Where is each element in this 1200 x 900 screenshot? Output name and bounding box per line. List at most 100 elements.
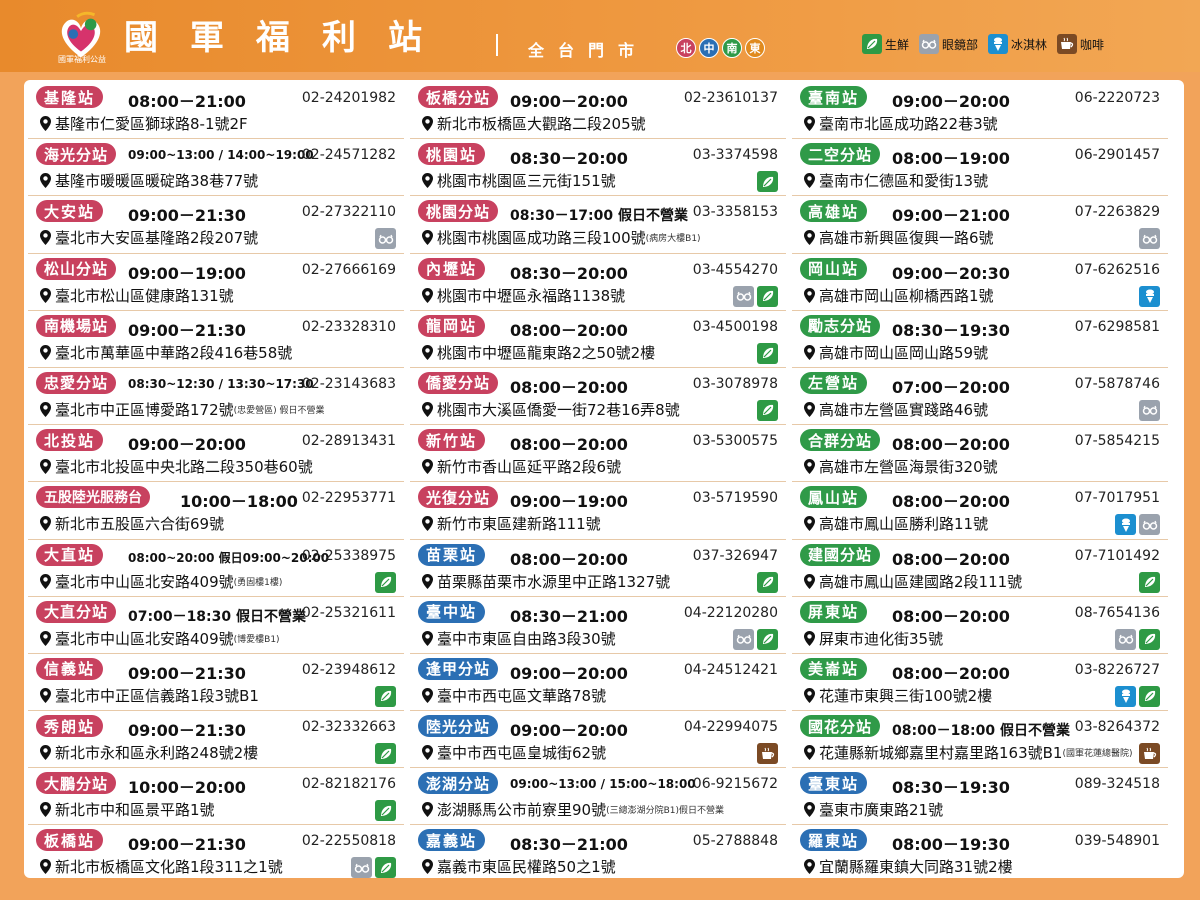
store-phone: 02-23143683 bbox=[301, 375, 396, 392]
store-card: 新竹站 08:00－20:00 03-5300575 新竹市香山區延平路2段6號 bbox=[410, 425, 786, 483]
store-hours: 08:00－20:00 bbox=[892, 663, 1010, 683]
store-address-row: 臺北市萬華區中華路2段416巷58號 bbox=[40, 342, 292, 363]
location-pin-icon bbox=[804, 401, 815, 417]
location-pin-icon bbox=[422, 401, 433, 417]
store-address: 高雄市鳳山區建國路2段111號 bbox=[819, 572, 1023, 591]
store-address: 桃園市桃園區三元街151號 bbox=[437, 172, 616, 191]
store-address-row: 高雄市新興區復興一路6號 bbox=[804, 227, 994, 248]
ice-cream-icon bbox=[1115, 514, 1136, 536]
store-phone: 07-6262516 bbox=[1074, 261, 1160, 278]
store-phone: 03-8226727 bbox=[1074, 661, 1160, 678]
store-phone: 02-25321611 bbox=[301, 604, 396, 621]
fresh-produce-icon bbox=[1139, 685, 1160, 707]
store-phone: 02-24201982 bbox=[301, 90, 396, 106]
store-address: 基隆市仁愛區獅球路8-1號2F bbox=[55, 115, 248, 133]
store-address: 臺中市西屯區文華路78號 bbox=[437, 686, 607, 705]
store-address: 高雄市岡山區柳橋西路1號 bbox=[819, 286, 994, 305]
store-name-badge: 臺中站 bbox=[418, 600, 486, 623]
store-hours: 07:00－18:30 假日不營業 bbox=[128, 608, 307, 625]
store-address: 高雄市新興區復興一路6號 bbox=[819, 229, 994, 248]
store-address-row: 基隆市暖暖區暖碇路38巷77號 bbox=[40, 170, 258, 191]
store-address-row: 新北市中和區景平路1號 bbox=[40, 799, 215, 820]
store-name-badge: 建國分站 bbox=[800, 543, 881, 566]
store-card: 桃園分站 08:30－17:00 假日不營業 03-3358153 桃園市桃園區成功路… bbox=[410, 196, 786, 254]
store-phone: 06-2220723 bbox=[1074, 90, 1160, 106]
location-pin-icon bbox=[422, 745, 433, 761]
store-phone: 03-4554270 bbox=[692, 261, 778, 278]
store-phone: 07-5854215 bbox=[1074, 433, 1160, 450]
location-pin-icon bbox=[40, 401, 51, 417]
store-address: 新北市板橋區文化路1段311之1號 bbox=[55, 858, 283, 877]
store-card: 大直站 08:00~20:00 假日09:00~20:00 02-25338975 臺… bbox=[28, 540, 404, 597]
store-address-row: 高雄市鳳山區建國路2段111號 bbox=[804, 571, 1022, 592]
fresh-produce-icon bbox=[757, 285, 778, 307]
store-card: 鳳山站 08:00－20:00 07-7017951 高雄市鳳山區勝利路11號 bbox=[792, 482, 1168, 540]
service-icons bbox=[1139, 743, 1160, 765]
store-hours: 08:30－19:30 bbox=[892, 778, 1010, 798]
store-address: 臺北市中山區北安路409號 bbox=[55, 629, 234, 648]
store-phone: 02-22550818 bbox=[301, 833, 396, 850]
location-pin-icon bbox=[804, 802, 815, 818]
store-address-row: 新竹市香山區延平路2段6號 bbox=[422, 456, 621, 477]
store-phone: 05-2788848 bbox=[692, 833, 778, 850]
store-card: 松山分站 09:00－19:00 02-27666169 臺北市松山區健康路131號 bbox=[28, 254, 404, 311]
fresh-produce-icon bbox=[757, 171, 778, 193]
store-phone: 02-28913431 bbox=[301, 433, 396, 450]
store-hours: 09:00－19:00 bbox=[510, 492, 628, 512]
store-address-row: 桃園市桃園區三元街151號 bbox=[422, 170, 616, 191]
location-pin-icon bbox=[804, 687, 815, 703]
region-badges: 北中南東 bbox=[676, 38, 765, 58]
store-address: 臺南市北區成功路22巷3號 bbox=[819, 115, 998, 133]
store-hours: 09:00－20:00 bbox=[128, 435, 246, 455]
store-hours: 08:00－20:00 bbox=[892, 549, 1010, 569]
location-pin-icon bbox=[422, 344, 433, 360]
store-address-row: 臺中市西屯區皇城街62號 bbox=[422, 742, 606, 763]
store-hours: 08:00－20:00 bbox=[510, 320, 628, 340]
store-address: 澎湖縣馬公市前寮里90號 bbox=[437, 801, 607, 820]
store-address: 屏東市迪化街35號 bbox=[819, 629, 944, 648]
store-hours: 09:00－20:30 bbox=[892, 263, 1010, 283]
store-card: 二空分站 08:00－19:00 06-2901457 臺南市仁德區和愛街13號 bbox=[792, 139, 1168, 197]
store-card: 高雄站 09:00－21:00 07-2263829 高雄市新興區復興一路6號 bbox=[792, 196, 1168, 254]
store-address: 臺北市中正區信義路1段3號B1 bbox=[55, 686, 259, 705]
fresh-produce-icon bbox=[375, 800, 396, 822]
store-hours: 10:00－20:00 bbox=[128, 778, 246, 798]
store-column-3: 臺南站 09:00－20:00 06-2220723 臺南市北區成功路22巷3號 二空分… bbox=[792, 82, 1168, 883]
fresh-produce-icon bbox=[757, 342, 778, 364]
store-address-row: 高雄市左營區實踐路46號 bbox=[804, 399, 988, 420]
location-pin-icon bbox=[804, 573, 815, 589]
store-column-1: 基隆站 08:00－21:00 02-24201982 基隆市仁愛區獅球路8-1號2F… bbox=[28, 82, 404, 883]
store-card: 陸光分站 09:00－20:00 04-22994075 臺中市西屯區皇城街62號 bbox=[410, 711, 786, 769]
store-phone: 07-2263829 bbox=[1074, 204, 1160, 221]
legend-item: 冰淇林 bbox=[988, 34, 1047, 54]
store-hours: 09:00－21:30 bbox=[128, 835, 246, 855]
store-hours: 09:00－19:00 bbox=[128, 263, 246, 283]
store-address: 桃園市桃園區成功路三段100號 bbox=[437, 229, 646, 248]
store-phone: 02-27666169 bbox=[301, 261, 396, 278]
store-address: 臺中市西屯區皇城街62號 bbox=[437, 744, 607, 763]
legend-label: 冰淇林 bbox=[1011, 37, 1048, 52]
fresh-produce-icon bbox=[1139, 571, 1160, 593]
store-hours: 09:00－21:30 bbox=[128, 721, 246, 741]
glasses-icon bbox=[1139, 514, 1160, 536]
store-name-badge: 大安站 bbox=[36, 200, 104, 223]
service-icons bbox=[757, 342, 778, 364]
legend-label: 眼鏡部 bbox=[942, 37, 979, 52]
store-phone: 03-8264372 bbox=[1074, 719, 1160, 736]
service-icons bbox=[757, 171, 778, 193]
store-address-row: 臺北市中正區博愛路172號 (忠愛營區) 假日不營業 bbox=[40, 399, 325, 420]
store-name-badge: 南機場站 bbox=[36, 314, 117, 337]
store-card: 苗栗站 08:00－20:00 037-326947 苗栗縣苗栗市水源里中正路1327… bbox=[410, 540, 786, 597]
store-phone: 04-24512421 bbox=[683, 661, 778, 678]
location-pin-icon bbox=[804, 116, 815, 131]
store-name-badge: 陸光分站 bbox=[418, 715, 499, 738]
store-name-badge: 桃園站 bbox=[418, 143, 486, 166]
region-badge: 中 bbox=[699, 38, 719, 58]
store-phone: 02-24571282 bbox=[301, 147, 396, 164]
store-hours: 08:00－20:00 bbox=[510, 549, 628, 569]
legend-item: 眼鏡部 bbox=[919, 34, 978, 54]
store-card: 大安站 09:00－21:30 02-27322110 臺北市大安區基隆路2段207號 bbox=[28, 196, 404, 254]
store-address-row: 花蓮縣新城鄉嘉里村嘉里路163號B1 (國軍花蓮總醫院) bbox=[804, 742, 1133, 763]
store-card: 忠愛分站 08:30~12:30 / 13:30~17:30 02-23143683… bbox=[28, 368, 404, 426]
service-icons bbox=[375, 743, 396, 765]
